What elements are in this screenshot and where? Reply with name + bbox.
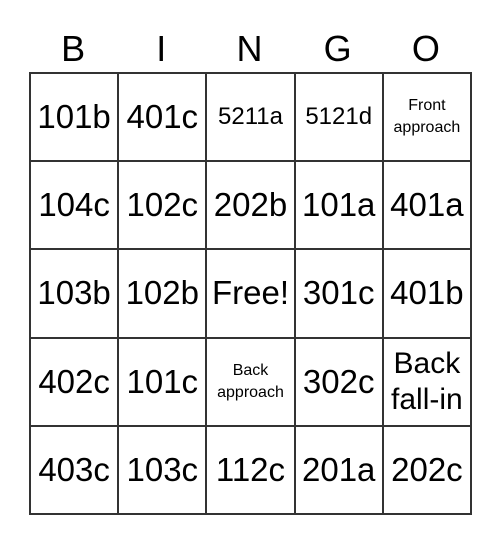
cell-text: 401b bbox=[390, 274, 464, 312]
bingo-cell[interactable]: 5211a bbox=[206, 73, 295, 162]
cell-text: 201a bbox=[301, 450, 376, 488]
cell-text: 301c bbox=[302, 274, 375, 312]
bingo-cell[interactable]: Front approach bbox=[382, 73, 471, 162]
header-letter-b: B bbox=[61, 28, 86, 69]
cell-text: 101c bbox=[126, 362, 199, 400]
cell-text: 104c bbox=[38, 186, 110, 224]
cell-text: Back fall-in bbox=[391, 346, 463, 416]
bingo-cell[interactable]: 403c bbox=[30, 425, 119, 514]
bingo-cell[interactable]: 202b bbox=[206, 161, 295, 250]
bingo-cell[interactable]: 112c bbox=[206, 425, 295, 514]
cell-text: Free! bbox=[211, 274, 289, 312]
bingo-cell[interactable]: 101c bbox=[118, 337, 207, 426]
bingo-cell[interactable]: 101a bbox=[294, 161, 383, 250]
cell-text: 202b bbox=[213, 186, 288, 224]
cell-text: 401a bbox=[390, 186, 464, 224]
bingo-header: B I N G O bbox=[29, 26, 471, 72]
header-letter-g: G bbox=[323, 28, 352, 69]
bingo-cell[interactable]: 201a bbox=[294, 425, 383, 514]
cell-text: 5211a bbox=[218, 103, 283, 131]
cell-text: 402c bbox=[38, 362, 110, 400]
cell-text: 403c bbox=[38, 450, 110, 488]
bingo-cell[interactable]: 5121d bbox=[294, 73, 383, 162]
cell-text: 101b bbox=[37, 98, 111, 136]
cell-text: 401c bbox=[126, 98, 199, 136]
cell-text: 302c bbox=[302, 362, 375, 400]
bingo-cell[interactable]: Back fall-in bbox=[382, 337, 471, 426]
bingo-cell[interactable]: 402c bbox=[30, 337, 119, 426]
cell-text: 112c bbox=[215, 450, 286, 488]
cell-text: Back approach bbox=[217, 361, 284, 401]
header-letter-o: O bbox=[411, 28, 440, 69]
cell-text: 202c bbox=[391, 450, 463, 488]
cell-text: 102c bbox=[126, 186, 199, 224]
bingo-cell[interactable]: 301c bbox=[294, 249, 383, 338]
header-letter-i: I bbox=[156, 28, 167, 69]
cell-text: 103c bbox=[126, 450, 199, 488]
bingo-cell[interactable]: 101b bbox=[30, 73, 119, 162]
bingo-cell[interactable]: 103b bbox=[30, 249, 119, 338]
bingo-cell[interactable]: 104c bbox=[30, 161, 119, 250]
bingo-cell[interactable]: 401b bbox=[382, 249, 471, 338]
bingo-cell[interactable]: Back approach bbox=[206, 337, 295, 426]
bingo-cell[interactable]: 102b bbox=[118, 249, 207, 338]
cell-text: 103b bbox=[37, 274, 111, 312]
bingo-cell[interactable]: 302c bbox=[294, 337, 383, 426]
cell-text: Front approach bbox=[393, 97, 461, 137]
header-letter-n: N bbox=[236, 28, 263, 69]
cell-text: 102b bbox=[125, 274, 199, 312]
cell-text: 5121d bbox=[305, 103, 373, 131]
bingo-cell[interactable]: 202c bbox=[382, 425, 471, 514]
bingo-cell[interactable]: 102c bbox=[118, 161, 207, 250]
cell-text: 101a bbox=[301, 186, 376, 224]
bingo-cell[interactable]: 401a bbox=[382, 161, 471, 250]
bingo-cell[interactable]: 401c bbox=[118, 73, 207, 162]
bingo-grid: 101b 401c 5211a 5121d Front approach 104c 102c… bbox=[29, 72, 472, 515]
bingo-cell[interactable]: 103c bbox=[118, 425, 207, 514]
bingo-cell[interactable]: Free! bbox=[206, 249, 295, 338]
